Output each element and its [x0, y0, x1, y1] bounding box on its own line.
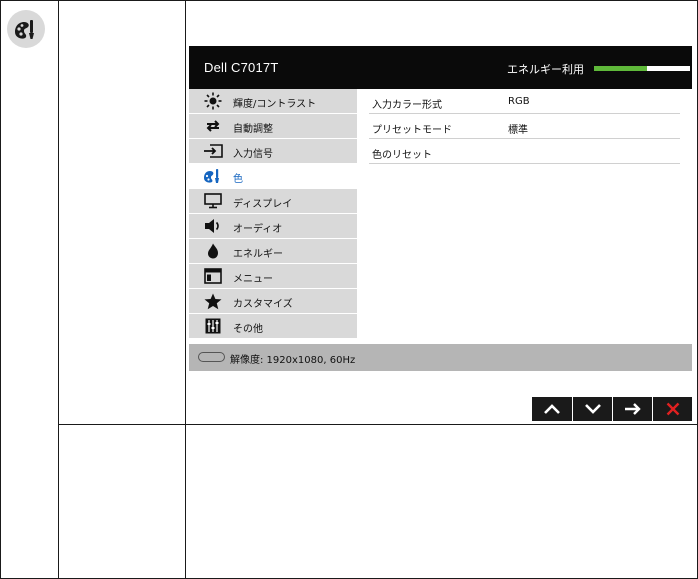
submenu-row-reset-color[interactable]: 色のリセット [369, 139, 680, 164]
table-divider-1 [58, 0, 59, 579]
table-divider-2 [185, 0, 186, 579]
menu-item-label: カスタマイズ [233, 299, 293, 310]
input-source-icon [203, 142, 223, 160]
menu-item-label: 色 [233, 174, 243, 185]
color-icon [203, 167, 223, 185]
menu-item-label: 自動調整 [233, 124, 273, 135]
energy-use-fill [594, 66, 647, 71]
table-border-top [0, 0, 698, 1]
menu-item-menu[interactable]: メニュー [189, 264, 357, 289]
menu-item-label: その他 [233, 324, 263, 335]
close-icon [666, 402, 679, 416]
table-row-divider [58, 424, 698, 425]
menu-item-others[interactable]: その他 [189, 314, 357, 339]
osd-header: Dell C7017T エネルギー利用 [189, 46, 692, 89]
down-button[interactable] [573, 397, 612, 421]
chevron-up-icon [544, 404, 560, 414]
right-button[interactable] [613, 397, 652, 421]
osd-footer: 解像度: 1920x1080, 60Hz [189, 344, 692, 371]
menu-item-label: オーディオ [233, 224, 283, 235]
up-button[interactable] [532, 397, 572, 421]
menu-item-audio[interactable]: オーディオ [189, 214, 357, 239]
osd-main-menu: 輝度/コントラスト 自動調整 入力信号 色 ディスプレイ オーディオ エネルギー… [189, 89, 357, 344]
menu-item-label: 輝度/コントラスト [233, 99, 317, 110]
energy-use-bar [594, 66, 690, 71]
menu-item-personalize[interactable]: カスタマイズ [189, 289, 357, 314]
menu-item-label: ディスプレイ [233, 199, 293, 210]
submenu-row-input-color-format[interactable]: 入力カラー形式 RGB [369, 89, 680, 114]
menu-window-icon [203, 267, 223, 285]
menu-item-display[interactable]: ディスプレイ [189, 189, 357, 214]
menu-item-energy[interactable]: エネルギー [189, 239, 357, 264]
star-icon [203, 292, 223, 310]
monitor-icon [203, 192, 223, 210]
submenu-label: 入力カラー形式 [372, 100, 442, 111]
osd-window: Dell C7017T エネルギー利用 輝度/コントラスト 自動調整 入力信号 [189, 46, 692, 371]
sliders-icon [203, 317, 223, 335]
menu-item-color[interactable]: 色 [189, 164, 357, 189]
arrow-right-icon [624, 403, 641, 415]
video-port-icon [198, 352, 225, 362]
color-icon [7, 10, 45, 48]
brightness-icon [203, 92, 223, 110]
resolution-info: 解像度: 1920x1080, 60Hz [230, 355, 356, 366]
menu-item-auto-adjust[interactable]: 自動調整 [189, 114, 357, 139]
chevron-down-icon [584, 404, 601, 414]
menu-item-label: エネルギー [233, 249, 283, 260]
osd-submenu: 入力カラー形式 RGB プリセットモード 標準 色のリセット [357, 89, 692, 344]
menu-item-input-source[interactable]: 入力信号 [189, 139, 357, 164]
submenu-value: 標準 [508, 125, 528, 136]
submenu-row-preset-mode[interactable]: プリセットモード 標準 [369, 114, 680, 139]
model-name: Dell C7017T [204, 60, 279, 75]
auto-adjust-icon [203, 117, 223, 135]
menu-item-brightness-contrast[interactable]: 輝度/コントラスト [189, 89, 357, 114]
submenu-value: RGB [508, 96, 530, 107]
flame-icon [203, 242, 223, 260]
exit-button[interactable] [653, 397, 692, 421]
speaker-icon [203, 217, 223, 235]
menu-item-label: 入力信号 [233, 149, 273, 160]
table-border-left [0, 0, 1, 579]
energy-use-label: エネルギー利用 [507, 63, 584, 76]
submenu-label: 色のリセット [372, 150, 432, 161]
menu-item-label: メニュー [233, 274, 273, 285]
submenu-label: プリセットモード [372, 125, 452, 136]
osd-navigation-buttons [532, 397, 692, 421]
